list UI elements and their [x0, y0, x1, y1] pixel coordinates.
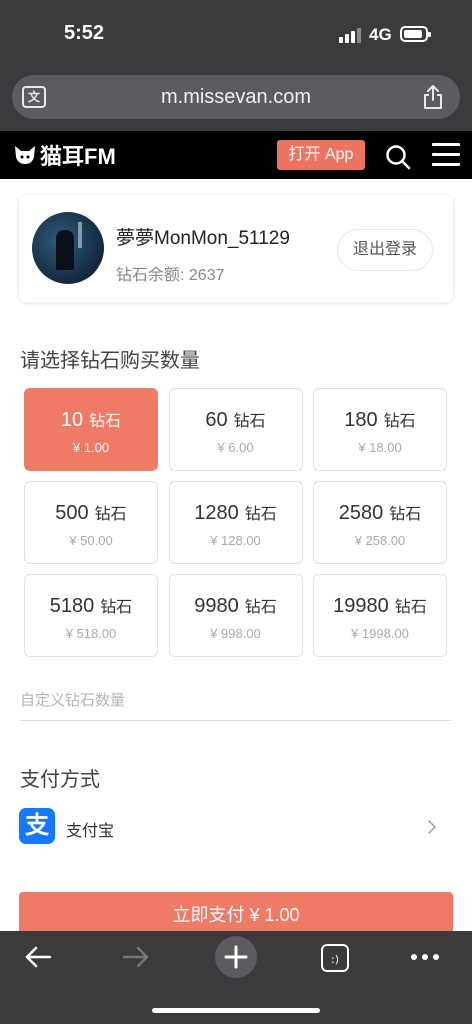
diamond-option[interactable]: 1280 钻石 ¥ 128.00: [168, 481, 303, 564]
logout-button[interactable]: 退出登录: [337, 229, 433, 271]
cat-logo-icon: [15, 146, 35, 164]
option-amount: 60: [205, 409, 228, 431]
pay-now-button[interactable]: 立即支付 ¥ 1.00: [19, 892, 453, 931]
site-logo[interactable]: 猫耳FM: [14, 140, 116, 170]
more-options-icon[interactable]: [410, 953, 440, 961]
chevron-right-icon: [428, 820, 436, 834]
payment-method-alipay[interactable]: 支 支付宝: [19, 808, 439, 846]
option-price: ¥ 1.00: [72, 440, 110, 455]
diamond-option[interactable]: 2580 钻石 ¥ 258.00: [313, 481, 447, 564]
option-price: ¥ 128.00: [210, 533, 261, 548]
new-tab-icon[interactable]: [214, 935, 258, 979]
option-unit: 钻石: [244, 506, 277, 523]
back-arrow-icon[interactable]: [24, 945, 52, 969]
payment-method-label: 支付宝: [66, 823, 115, 840]
option-price: ¥ 258.00: [354, 533, 406, 548]
option-price: ¥ 998.00: [210, 626, 261, 641]
menu-icon[interactable]: [432, 143, 460, 167]
option-amount: 5180: [49, 595, 95, 617]
status-time: 5:52: [64, 22, 105, 44]
option-amount: 19980: [333, 595, 389, 617]
option-unit: 钻石: [394, 599, 427, 616]
payment-title: 支付方式: [20, 769, 100, 791]
tabs-icon[interactable]: :): [320, 943, 350, 973]
logo-text: 猫耳FM: [40, 144, 116, 169]
diamond-options: 10 钻石 ¥ 1.00 60 钻石 ¥ 6.00 180 钻石 ¥ 18.00 50…: [24, 388, 447, 657]
custom-diamond-input[interactable]: [20, 681, 452, 721]
battery-icon: [400, 26, 431, 42]
user-card: 夢夢MonMon_51129 钻石余额: 2637 退出登录: [19, 195, 453, 302]
option-unit: 钻石: [89, 413, 122, 430]
option-amount: 500: [55, 502, 89, 524]
option-price: ¥ 518.00: [65, 626, 117, 641]
option-unit: 钻石: [100, 599, 133, 616]
address-bar[interactable]: 文 m.missevan.com: [12, 75, 460, 119]
recharge-page: 夢夢MonMon_51129 钻石余额: 2637 退出登录 请选择钻石购买数量…: [0, 179, 472, 931]
diamond-option[interactable]: 19980 钻石 ¥ 1998.00: [313, 574, 447, 657]
option-amount: 1280: [194, 502, 239, 524]
alipay-icon: 支: [19, 808, 55, 844]
diamond-option[interactable]: 60 钻石 ¥ 6.00: [168, 388, 303, 471]
home-indicator: [152, 1008, 320, 1013]
option-unit: 钻石: [389, 506, 422, 523]
search-icon[interactable]: [384, 143, 412, 171]
option-unit: 钻石: [94, 506, 127, 523]
option-amount: 180: [344, 409, 378, 431]
option-price: ¥ 18.00: [358, 440, 402, 455]
diamond-option[interactable]: 10 钻石 ¥ 1.00: [24, 388, 158, 471]
option-unit: 钻石: [383, 413, 416, 430]
diamond-option[interactable]: 180 钻石 ¥ 18.00: [313, 388, 447, 471]
browser-chrome-top: 5:52 4G 文 m.missevan.com: [0, 0, 472, 131]
signal-icon: [339, 28, 361, 43]
diamond-option[interactable]: 9980 钻石 ¥ 998.00: [168, 574, 303, 657]
url-text[interactable]: m.missevan.com: [12, 86, 460, 109]
option-amount: 10: [60, 409, 84, 431]
option-amount: 9980: [194, 595, 239, 617]
option-price: ¥ 1998.00: [351, 626, 409, 641]
forward-arrow-icon[interactable]: [122, 945, 150, 969]
svg-text::): :): [331, 953, 339, 966]
option-price: ¥ 6.00: [217, 440, 254, 455]
network-type: 4G: [369, 25, 392, 44]
diamond-balance: 钻石余额: 2637: [116, 267, 225, 284]
avatar: [32, 212, 104, 284]
option-unit: 钻石: [244, 599, 277, 616]
diamond-option[interactable]: 500 钻石 ¥ 50.00: [24, 481, 158, 564]
open-app-button[interactable]: 打开 App: [277, 140, 365, 170]
diamond-option[interactable]: 5180 钻石 ¥ 518.00: [24, 574, 158, 657]
option-price: ¥ 50.00: [69, 533, 113, 548]
site-header: 猫耳FM 打开 App: [0, 131, 472, 179]
share-icon[interactable]: [422, 84, 444, 110]
username: 夢夢MonMon_51129: [116, 228, 290, 249]
option-amount: 2580: [338, 502, 384, 524]
purchase-title: 请选择钻石购买数量: [20, 350, 200, 372]
option-unit: 钻石: [233, 413, 266, 430]
